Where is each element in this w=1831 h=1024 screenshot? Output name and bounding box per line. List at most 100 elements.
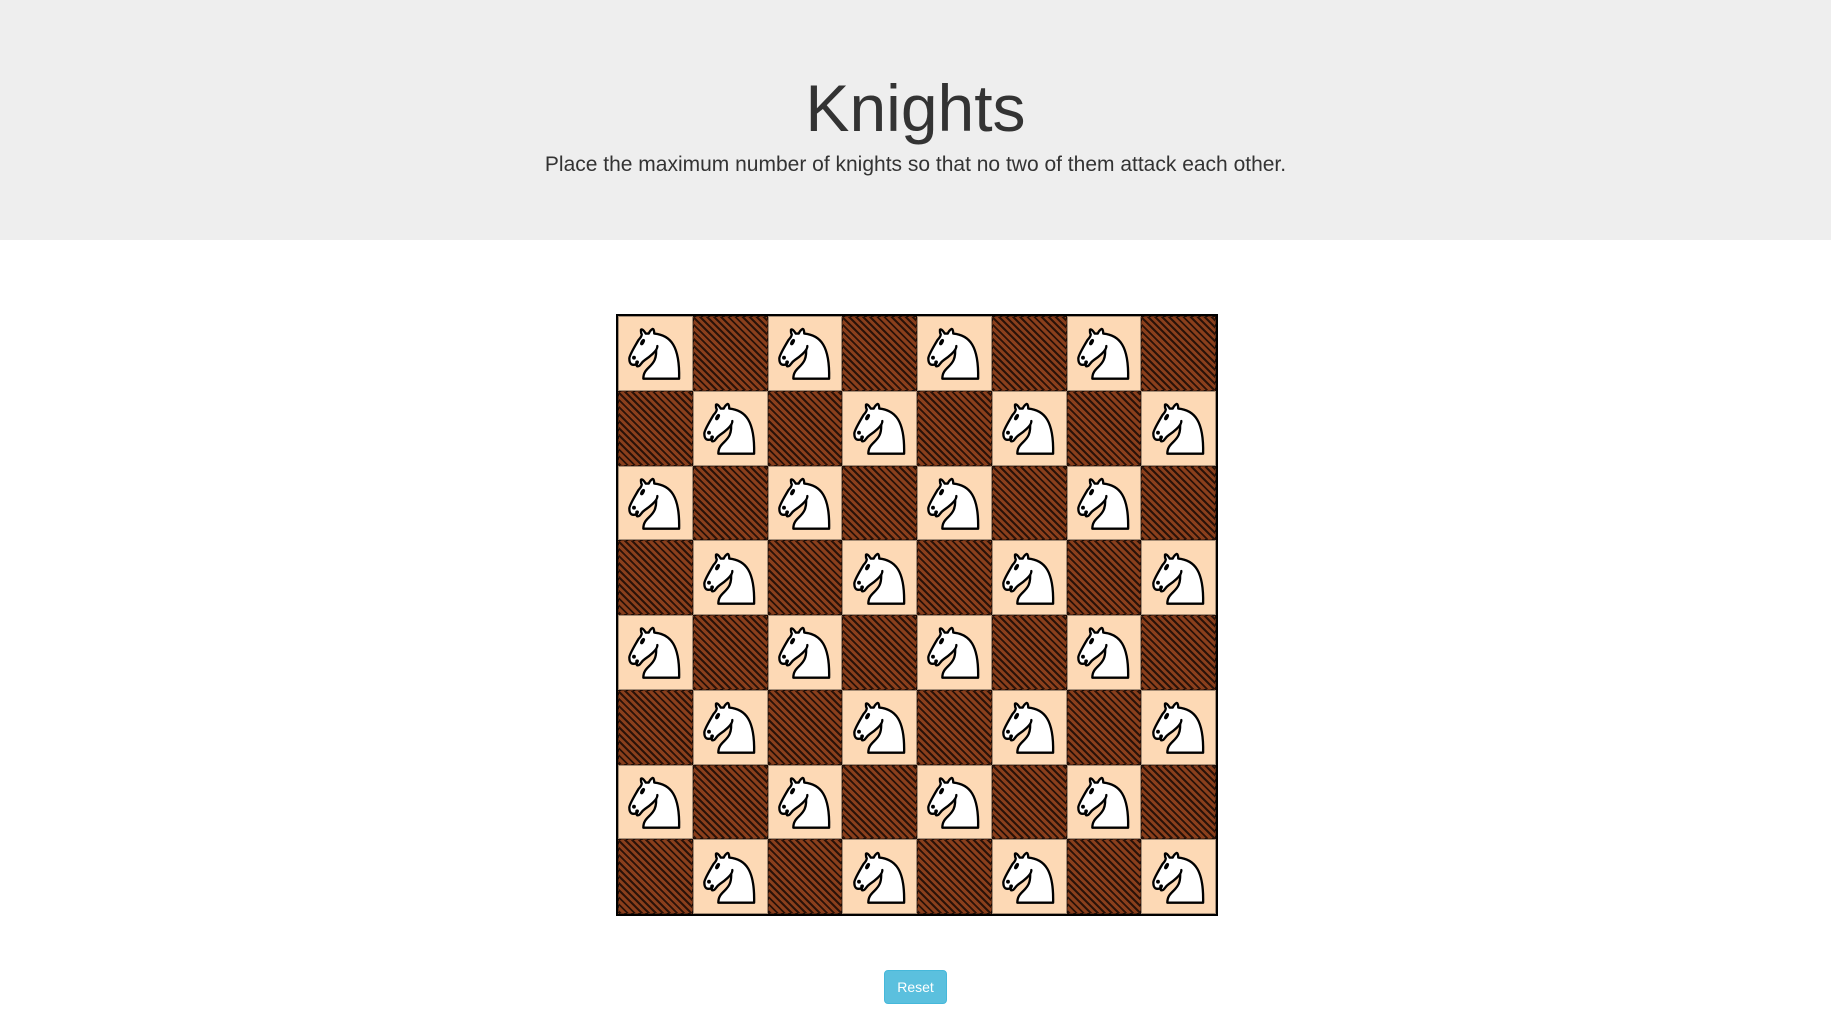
white-knight-icon: [994, 842, 1064, 912]
board-square[interactable]: [1141, 540, 1216, 615]
board-square[interactable]: [1141, 615, 1216, 690]
board-square[interactable]: [991, 540, 1067, 615]
board-square[interactable]: [767, 316, 843, 391]
board-square[interactable]: [767, 390, 843, 466]
board-square[interactable]: [917, 764, 992, 840]
board-square[interactable]: [991, 316, 1067, 391]
board-square[interactable]: [991, 764, 1067, 840]
white-knight-icon: [620, 767, 690, 837]
board-square[interactable]: [618, 316, 693, 391]
white-knight-icon: [770, 767, 840, 837]
white-knight-icon: [1144, 842, 1214, 912]
board-square[interactable]: [692, 615, 768, 690]
board-square[interactable]: [692, 465, 768, 541]
board-square[interactable]: [1141, 689, 1216, 765]
page-title: Knights: [805, 71, 1026, 145]
white-knight-icon: [919, 318, 989, 388]
board-square[interactable]: [1066, 839, 1142, 914]
board-square[interactable]: [618, 689, 693, 765]
board-square[interactable]: [767, 465, 843, 541]
board-square[interactable]: [1141, 316, 1216, 391]
board-square[interactable]: [1141, 390, 1216, 466]
board-square[interactable]: [1066, 316, 1142, 391]
board-square[interactable]: [1141, 839, 1216, 914]
white-knight-icon: [845, 543, 915, 613]
white-knight-icon: [1144, 543, 1214, 613]
main-content: Reset: [0, 240, 1831, 1024]
board-square[interactable]: [917, 615, 992, 690]
board-square[interactable]: [842, 839, 917, 914]
board-square[interactable]: [917, 316, 992, 391]
white-knight-icon: [994, 393, 1064, 463]
white-knight-icon: [919, 468, 989, 538]
board-square[interactable]: [1141, 764, 1216, 840]
board-square[interactable]: [991, 465, 1067, 541]
board-square[interactable]: [1066, 540, 1142, 615]
white-knight-icon: [1144, 393, 1214, 463]
board-square[interactable]: [991, 689, 1067, 765]
white-knight-icon: [770, 318, 840, 388]
white-knight-icon: [770, 617, 840, 687]
white-knight-icon: [994, 543, 1064, 613]
white-knight-icon: [1069, 767, 1139, 837]
board-square[interactable]: [1066, 689, 1142, 765]
board-square[interactable]: [692, 316, 768, 391]
board-square[interactable]: [917, 689, 992, 765]
board-square[interactable]: [692, 390, 768, 466]
board-square[interactable]: [917, 839, 992, 914]
white-knight-icon: [1144, 692, 1214, 762]
board-square[interactable]: [842, 540, 917, 615]
white-knight-icon: [620, 318, 690, 388]
board-square[interactable]: [991, 390, 1067, 466]
board-square[interactable]: [767, 764, 843, 840]
board-square[interactable]: [618, 390, 693, 466]
white-knight-icon: [1069, 617, 1139, 687]
board-square[interactable]: [618, 540, 693, 615]
white-knight-icon: [845, 692, 915, 762]
white-knight-icon: [1069, 318, 1139, 388]
white-knight-icon: [919, 767, 989, 837]
board-square[interactable]: [767, 689, 843, 765]
board-square[interactable]: [767, 839, 843, 914]
board-square[interactable]: [842, 390, 917, 466]
white-knight-icon: [695, 393, 765, 463]
white-knight-icon: [620, 468, 690, 538]
white-knight-icon: [845, 393, 915, 463]
chess-board: [616, 314, 1218, 916]
white-knight-icon: [695, 842, 765, 912]
board-square[interactable]: [767, 615, 843, 690]
reset-button[interactable]: Reset: [884, 970, 947, 1004]
white-knight-icon: [845, 842, 915, 912]
board-square[interactable]: [767, 540, 843, 615]
white-knight-icon: [770, 468, 840, 538]
white-knight-icon: [994, 692, 1064, 762]
board-square[interactable]: [917, 540, 992, 615]
board-square[interactable]: [618, 764, 693, 840]
white-knight-icon: [695, 692, 765, 762]
board-square[interactable]: [1066, 465, 1142, 541]
page-subtitle: Place the maximum number of knights so t…: [544, 153, 1287, 176]
board-square[interactable]: [917, 390, 992, 466]
board-square[interactable]: [842, 689, 917, 765]
board-square[interactable]: [1141, 465, 1216, 541]
board-square[interactable]: [692, 839, 768, 914]
white-knight-icon: [695, 543, 765, 613]
board-square[interactable]: [842, 615, 917, 690]
board-square[interactable]: [1066, 615, 1142, 690]
board-square[interactable]: [1066, 764, 1142, 840]
board-square[interactable]: [692, 540, 768, 615]
board-square[interactable]: [991, 615, 1067, 690]
board-square[interactable]: [842, 764, 917, 840]
board-square[interactable]: [692, 764, 768, 840]
board-square[interactable]: [618, 615, 693, 690]
board-square[interactable]: [618, 465, 693, 541]
board-square[interactable]: [618, 839, 693, 914]
board-square[interactable]: [917, 465, 992, 541]
board-square[interactable]: [991, 839, 1067, 914]
board-square[interactable]: [842, 465, 917, 541]
white-knight-icon: [620, 617, 690, 687]
board-square[interactable]: [842, 316, 917, 391]
page-header: Knights Place the maximum number of knig…: [0, 0, 1831, 240]
board-square[interactable]: [1066, 390, 1142, 466]
board-square[interactable]: [692, 689, 768, 765]
